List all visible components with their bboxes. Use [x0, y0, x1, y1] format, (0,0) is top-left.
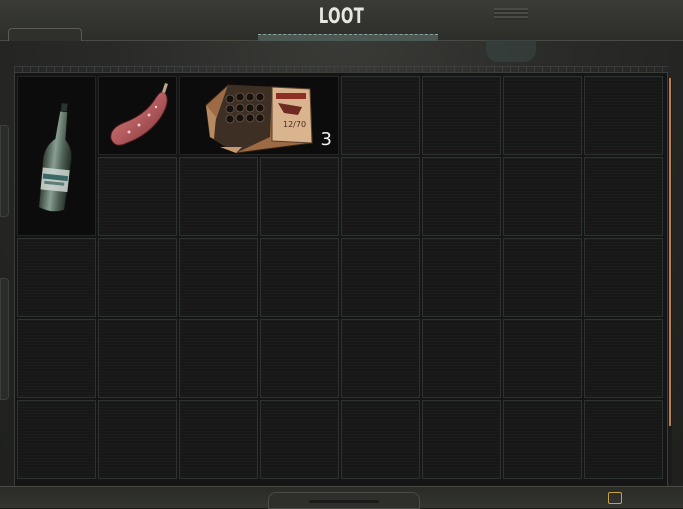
inventory-slot[interactable] [584, 76, 663, 155]
loot-window: LOOT 12/70 3 [0, 0, 683, 509]
inventory-slot[interactable] [422, 76, 501, 155]
inventory-slot[interactable] [260, 319, 339, 398]
inventory-slot[interactable] [98, 238, 177, 317]
inventory-slot[interactable] [17, 319, 96, 398]
inventory-item-salami[interactable] [98, 76, 177, 155]
ammo-box-label: 12/70 [283, 120, 306, 129]
inventory-slot[interactable] [584, 157, 663, 236]
inventory-slot[interactable] [98, 319, 177, 398]
inventory-slot[interactable] [341, 319, 420, 398]
inventory-slot[interactable] [260, 238, 339, 317]
inventory-slot[interactable] [503, 400, 582, 479]
side-tab-left-upper [0, 125, 9, 217]
inventory-slot[interactable] [179, 400, 258, 479]
bottom-handle[interactable] [268, 492, 420, 509]
inventory-slot[interactable] [584, 319, 663, 398]
inventory-slot[interactable] [584, 400, 663, 479]
inventory-slot[interactable] [341, 157, 420, 236]
inventory-slot[interactable] [422, 319, 501, 398]
inventory-slot[interactable] [179, 319, 258, 398]
left-tab [8, 28, 82, 41]
inventory-slot[interactable] [260, 400, 339, 479]
inventory-slot[interactable] [503, 76, 582, 155]
vent-icon [494, 8, 528, 20]
inventory-slot[interactable] [17, 238, 96, 317]
inventory-slot[interactable] [341, 400, 420, 479]
inventory-slot[interactable] [98, 400, 177, 479]
grip-icon [309, 500, 379, 503]
glass-bottle-icon [38, 103, 73, 213]
inventory-slot[interactable] [179, 238, 258, 317]
inventory-item-shotgun-shells-box[interactable]: 12/70 3 [179, 76, 339, 155]
inventory-slot[interactable] [422, 400, 501, 479]
inventory-slot[interactable] [422, 157, 501, 236]
inventory-item-water-bottle[interactable] [17, 76, 96, 236]
inventory-slot[interactable] [341, 76, 420, 155]
title-accent [258, 34, 438, 41]
inventory-slot[interactable] [422, 238, 501, 317]
inventory-slot[interactable] [341, 238, 420, 317]
item-quantity: 3 [320, 129, 332, 150]
ammo-box-icon: 12/70 [205, 84, 313, 154]
inventory-slot[interactable] [503, 157, 582, 236]
inventory-slot[interactable] [503, 319, 582, 398]
inventory-slot[interactable] [179, 157, 258, 236]
corner-marker-icon [608, 492, 622, 504]
sausage-icon [110, 83, 168, 146]
side-tab-left-lower [0, 278, 9, 400]
inventory-slot[interactable] [98, 157, 177, 236]
scrollbar-thumb[interactable] [669, 78, 671, 426]
inventory-slot[interactable] [503, 238, 582, 317]
inventory-slot[interactable] [260, 157, 339, 236]
inventory-slot[interactable] [584, 238, 663, 317]
frame-knob [486, 40, 536, 62]
inventory-slot[interactable] [17, 400, 96, 479]
